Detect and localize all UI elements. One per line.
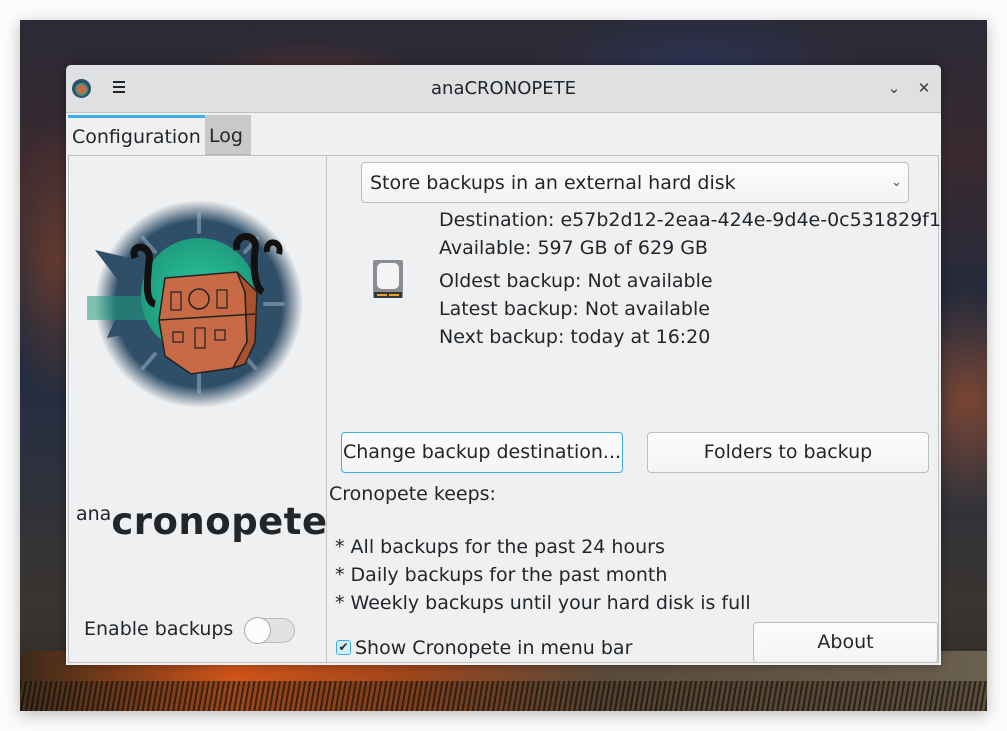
close-icon: ✕: [917, 79, 931, 97]
retention-heading: Cronopete keeps:: [329, 483, 496, 505]
right-pane: Store backups in an external hard disk ⌄…: [327, 156, 941, 663]
hard-disk-icon: [373, 260, 403, 298]
retention-item: * All backups for the past 24 hours: [335, 536, 665, 558]
chevron-down-icon: ⌄: [887, 79, 901, 97]
change-destination-button[interactable]: Change backup destination...: [341, 432, 623, 473]
folders-to-backup-button[interactable]: Folders to backup: [647, 432, 929, 473]
brand-prefix: ana: [76, 503, 112, 525]
left-pane: anacronopete Enable backups: [69, 156, 327, 662]
window-title: anaCRONOPETE: [431, 78, 576, 99]
minimize-button[interactable]: ⌄: [885, 79, 903, 97]
brand-wordmark: anacronopete: [76, 500, 328, 543]
tab-configuration[interactable]: Configuration: [68, 115, 205, 155]
app-window: anaCRONOPETE ⌄ ✕ Configuration Log anacr…: [66, 65, 941, 665]
title-bar: anaCRONOPETE ⌄ ✕: [66, 65, 941, 113]
wallpaper-grass: [20, 681, 987, 711]
chevron-down-icon: ⌄: [891, 175, 902, 190]
enable-backups-toggle[interactable]: [244, 617, 295, 644]
about-button[interactable]: About: [753, 622, 938, 663]
retention-item: * Daily backups for the past month: [335, 564, 668, 586]
storage-mode-value: Store backups in an external hard disk: [370, 172, 736, 194]
toggle-knob[interactable]: [244, 617, 271, 644]
show-in-menu-bar-checkbox[interactable]: ✔: [336, 640, 351, 655]
enable-backups-label: Enable backups: [84, 618, 234, 640]
latest-backup-info: Latest backup: Not available: [439, 298, 710, 320]
anacronopete-logo: [87, 200, 303, 408]
close-button[interactable]: ✕: [915, 79, 933, 97]
retention-item: * Weekly backups until your hard disk is…: [335, 592, 751, 614]
show-in-menu-bar-label[interactable]: Show Cronopete in menu bar: [355, 637, 632, 659]
checkmark-icon: ✔: [338, 640, 349, 654]
next-backup-info: Next backup: today at 16:20: [439, 326, 711, 348]
storage-mode-select[interactable]: Store backups in an external hard disk ⌄: [361, 162, 909, 203]
available-space-info: Available: 597 GB of 629 GB: [439, 237, 708, 259]
configuration-panel: anacronopete Enable backups Store backup…: [68, 155, 941, 663]
brand-name: cronopete: [111, 500, 328, 543]
oldest-backup-info: Oldest backup: Not available: [439, 270, 713, 292]
destination-info: Destination: e57b2d12-2eaa-424e-9d4e-0c5…: [439, 209, 941, 231]
tab-log[interactable]: Log: [205, 115, 251, 155]
